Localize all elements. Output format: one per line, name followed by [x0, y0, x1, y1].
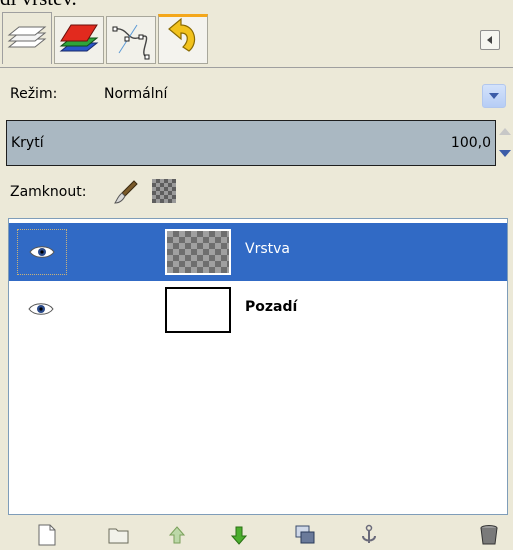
layers-tab[interactable] — [2, 12, 52, 64]
spin-up-icon[interactable] — [499, 128, 511, 135]
duplicate-layer-icon[interactable] — [292, 522, 318, 548]
visibility-toggle[interactable] — [17, 287, 67, 333]
layer-name[interactable]: Pozadí — [245, 299, 297, 315]
opacity-value: 100,0 — [450, 135, 491, 151]
layer-row-vrstva[interactable]: Vrstva — [9, 223, 507, 281]
lock-alpha-checker-icon[interactable] — [152, 179, 176, 203]
layer-thumbnail[interactable] — [165, 229, 231, 275]
undo-history-tab[interactable] — [158, 14, 208, 64]
delete-icon[interactable] — [476, 522, 502, 548]
lock-pixels-brush-icon[interactable] — [112, 178, 140, 206]
dock-menu-button[interactable] — [480, 30, 500, 50]
spin-down-icon[interactable] — [499, 150, 511, 157]
new-layer-icon[interactable] — [34, 522, 60, 548]
opacity-label: Krytí — [11, 135, 44, 151]
eye-icon — [28, 303, 54, 315]
layer-thumbnail[interactable] — [165, 287, 231, 333]
layers-list[interactable]: Vrstva Pozadí — [8, 218, 508, 515]
undo-icon — [168, 17, 196, 52]
eye-icon — [29, 246, 55, 258]
layer-name[interactable]: Vrstva — [245, 241, 290, 257]
lock-row: Zamknout: — [0, 172, 513, 212]
lower-layer-icon[interactable] — [226, 522, 252, 548]
mode-label: Režim: — [10, 86, 58, 102]
mode-dropdown-button[interactable] — [482, 84, 506, 108]
layers-button-bar — [0, 518, 513, 550]
paths-icon — [112, 24, 150, 60]
open-folder-icon[interactable] — [106, 522, 132, 548]
lock-label: Zamknout: — [10, 184, 87, 200]
tab-divider — [0, 67, 513, 68]
channels-icon — [59, 24, 99, 52]
layers-icon — [7, 26, 47, 48]
anchor-icon[interactable] — [356, 522, 382, 548]
paths-tab[interactable] — [106, 16, 156, 64]
visibility-toggle[interactable] — [17, 229, 67, 275]
mode-row: Režim: Normální — [0, 78, 513, 114]
mode-select[interactable]: Normální — [104, 86, 167, 102]
layer-row-pozadi[interactable]: Pozadí — [9, 281, 507, 339]
raise-layer-icon[interactable] — [164, 522, 190, 548]
channels-tab[interactable] — [54, 16, 104, 64]
opacity-spinner[interactable] — [498, 120, 513, 166]
opacity-slider[interactable]: Krytí 100,0 — [6, 120, 496, 166]
dock-tab-bar — [0, 8, 513, 68]
